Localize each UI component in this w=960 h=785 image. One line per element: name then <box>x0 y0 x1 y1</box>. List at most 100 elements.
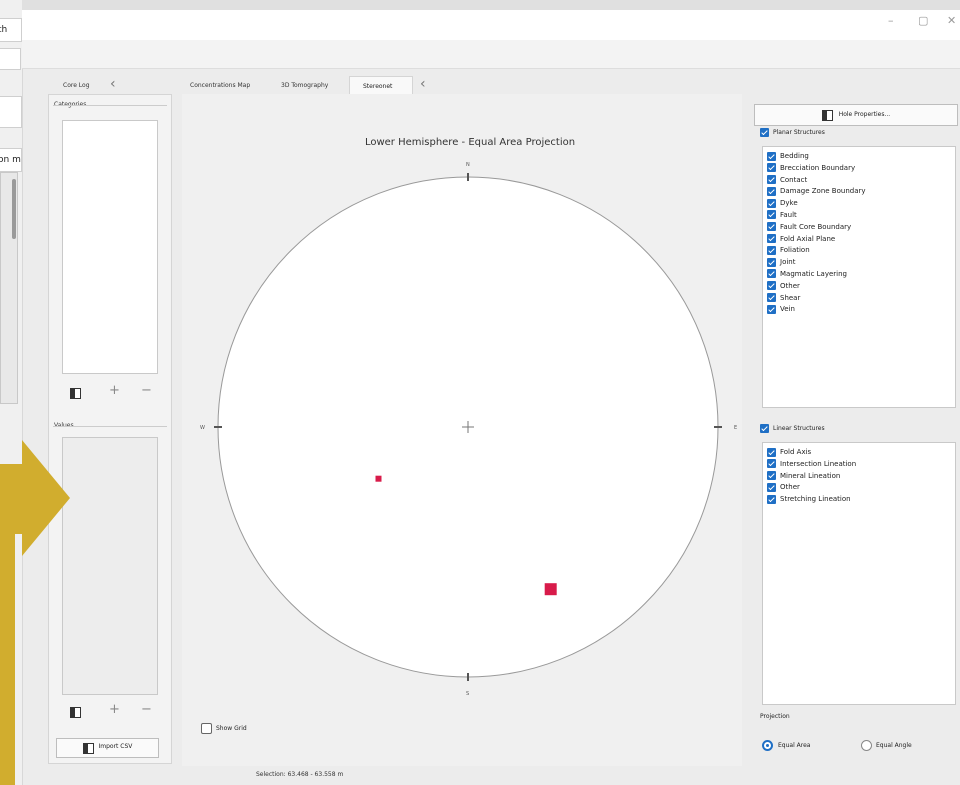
tab-stereonet-active[interactable]: Stereonet <box>349 76 413 95</box>
linear-item[interactable]: Other <box>767 482 951 494</box>
import-csv-label: Import CSV <box>98 743 133 750</box>
planar-item[interactable]: Magmatic Layering <box>767 269 951 281</box>
checkbox-checked-icon[interactable] <box>767 234 776 244</box>
panel-icon[interactable] <box>70 388 81 399</box>
planar-item-label: Shear <box>780 293 801 302</box>
linear-item-label: Mineral Lineation <box>780 471 841 480</box>
linear-structures-toggle[interactable]: Linear Structures <box>760 424 825 433</box>
linear-item[interactable]: Intersection Lineation <box>767 459 951 471</box>
tab-concentrations-map[interactable]: Concentrations Map <box>190 82 250 89</box>
checkbox-checked-icon[interactable] <box>767 293 776 303</box>
show-grid-label: Show Grid <box>216 725 247 732</box>
planar-item[interactable]: Fault <box>767 210 951 222</box>
checkbox-checked-icon[interactable] <box>760 424 769 433</box>
pole-point[interactable] <box>375 475 382 482</box>
checkbox-checked-icon[interactable] <box>767 222 776 232</box>
planar-item[interactable]: Fault Core Boundary <box>767 222 951 234</box>
checkbox-checked-icon[interactable] <box>767 482 776 492</box>
planar-item[interactable]: Dyke <box>767 198 951 210</box>
checkbox-checked-icon[interactable] <box>767 281 776 291</box>
planar-item[interactable]: Shear <box>767 293 951 305</box>
planar-item[interactable]: Other <box>767 281 951 293</box>
stereonet-title: Lower Hemisphere - Equal Area Projection <box>364 137 576 148</box>
selection-status: Selection: 63.468 - 63.558 m <box>256 771 344 778</box>
remove-value-button[interactable]: − <box>141 702 152 717</box>
remove-category-button[interactable]: − <box>141 383 152 398</box>
checkbox-checked-icon[interactable] <box>767 151 776 161</box>
close-button[interactable]: ✕ <box>947 14 956 27</box>
equal-area-label: Equal Area <box>778 742 811 749</box>
equal-angle-radio[interactable] <box>861 740 872 751</box>
projection-label: Projection <box>760 713 790 720</box>
checkbox-checked-icon[interactable] <box>767 447 776 457</box>
planar-item[interactable]: Joint <box>767 257 951 269</box>
structures-panel: Hole Properties... Planar Structures Bed… <box>750 94 960 766</box>
planar-item[interactable]: Bedding <box>767 151 951 163</box>
categories-list[interactable] <box>62 120 158 374</box>
planar-structures-toggle[interactable]: Planar Structures <box>760 128 825 137</box>
planar-item-label: Other <box>780 281 800 290</box>
planar-item-label: Fault Core Boundary <box>780 222 852 231</box>
checkbox-checked-icon[interactable] <box>760 128 769 137</box>
linear-item[interactable]: Fold Axis <box>767 447 951 459</box>
checkbox-checked-icon[interactable] <box>767 198 776 208</box>
linear-item[interactable]: Stretching Lineation <box>767 494 951 506</box>
background-field-blank-2[interactable] <box>0 96 22 128</box>
checkbox-checked-icon[interactable] <box>767 459 776 469</box>
tab-stereonet-label: Stereonet <box>363 83 393 90</box>
west-label: W <box>200 425 205 431</box>
background-field[interactable]: th <box>0 18 22 42</box>
planar-item-label: Brecciation Boundary <box>780 163 856 172</box>
chevron-left-icon-2[interactable]: ‹ <box>420 76 426 92</box>
background-field-2[interactable]: on m <box>0 148 22 172</box>
equal-area-radio[interactable] <box>762 740 773 751</box>
checkbox-checked-icon[interactable] <box>767 186 776 196</box>
tab-3d-tomography[interactable]: 3D Tomography <box>281 82 328 89</box>
planar-item[interactable]: Damage Zone Boundary <box>767 186 951 198</box>
values-list[interactable] <box>62 437 158 695</box>
checkbox-checked-icon[interactable] <box>767 210 776 220</box>
background-field-blank[interactable] <box>0 48 21 70</box>
planar-item-label: Damage Zone Boundary <box>780 187 866 196</box>
checkbox-checked-icon[interactable] <box>767 304 776 314</box>
top-strip <box>22 0 960 10</box>
add-value-button[interactable]: + <box>109 702 120 717</box>
checkbox-checked-icon[interactable] <box>767 163 776 173</box>
checkbox-checked-icon[interactable] <box>767 257 776 267</box>
linear-item[interactable]: Mineral Lineation <box>767 471 951 483</box>
import-csv-button[interactable]: Import CSV <box>56 738 159 758</box>
linear-item-label: Stretching Lineation <box>780 495 851 504</box>
checkbox-checked-icon[interactable] <box>767 494 776 504</box>
maximize-button[interactable]: ▢ <box>918 14 928 27</box>
checkbox-checked-icon[interactable] <box>767 245 776 255</box>
minimize-button[interactable]: – <box>888 14 894 27</box>
planar-item[interactable]: Foliation <box>767 245 951 257</box>
planar-item[interactable]: Fold Axial Plane <box>767 234 951 246</box>
checkbox-checked-icon[interactable] <box>767 471 776 481</box>
linear-item-label: Intersection Lineation <box>780 459 857 468</box>
add-category-button[interactable]: + <box>109 383 120 398</box>
hole-properties-label: Hole Properties... <box>838 111 891 118</box>
planar-item[interactable]: Contact <box>767 175 951 187</box>
planar-structures-label: Planar Structures <box>773 129 825 136</box>
checkbox-checked-icon[interactable] <box>767 269 776 279</box>
stereonet-plot[interactable]: N S W E <box>196 155 746 700</box>
checkbox-checked-icon[interactable] <box>767 175 776 185</box>
tab-core-log[interactable]: Core Log <box>63 82 90 89</box>
background-list[interactable] <box>0 172 18 404</box>
planar-item[interactable]: Brecciation Boundary <box>767 163 951 175</box>
east-label: E <box>734 425 737 431</box>
properties-icon <box>821 109 833 121</box>
pole-point[interactable] <box>544 583 557 596</box>
linear-structures-list[interactable]: Fold Axis Intersection Lineation Mineral L… <box>762 442 956 705</box>
planar-item-label: Magmatic Layering <box>780 269 847 278</box>
hole-properties-button[interactable]: Hole Properties... <box>754 104 958 126</box>
chevron-left-icon[interactable]: ‹ <box>110 76 116 92</box>
scrollbar[interactable] <box>12 179 16 239</box>
panel-icon-2[interactable] <box>70 707 81 718</box>
planar-item[interactable]: Vein <box>767 304 951 316</box>
planar-item-label: Joint <box>780 258 796 267</box>
show-grid-checkbox[interactable] <box>201 723 212 734</box>
planar-structures-list[interactable]: Bedding Brecciation Boundary Contact Damage… <box>762 146 956 408</box>
north-label: N <box>466 162 470 168</box>
